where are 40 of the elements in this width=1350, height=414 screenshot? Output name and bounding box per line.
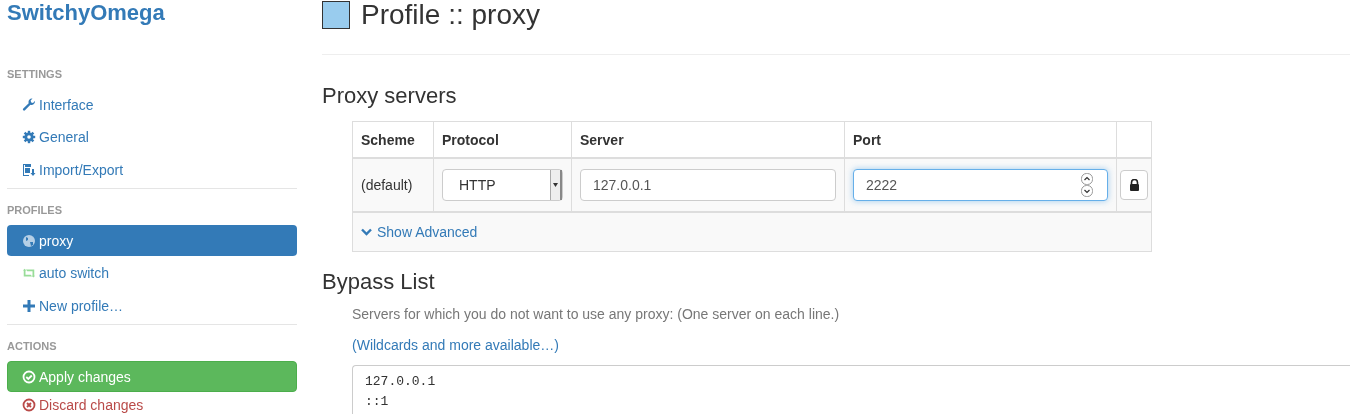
server-field[interactable]: 127.0.0.1 xyxy=(580,169,836,201)
protocol-select[interactable]: HTTP xyxy=(442,169,563,201)
section-title: Proxy servers xyxy=(322,82,458,110)
column-header: Server xyxy=(580,131,624,148)
section-heading: ACTIONS xyxy=(7,339,58,353)
repeat-icon xyxy=(22,266,36,280)
floppy-arrow-icon xyxy=(22,162,36,177)
gear-icon xyxy=(22,130,36,144)
column-header: Protocol xyxy=(442,131,499,148)
sidebar-item[interactable]: proxy xyxy=(7,225,297,256)
caret-icon xyxy=(553,183,558,187)
apply-button[interactable]: Apply changes xyxy=(7,361,297,392)
plus-icon xyxy=(22,298,36,313)
port-field[interactable]: 2222 xyxy=(853,169,1108,201)
discard-button[interactable]: Discard changes xyxy=(7,392,297,414)
sidebar-item[interactable]: Import/Export xyxy=(7,154,297,185)
sidebar-item[interactable]: Interface xyxy=(7,89,297,120)
app-title: SwitchyOmega xyxy=(7,0,166,26)
globe-icon xyxy=(22,233,36,248)
spinner-icon xyxy=(1081,173,1093,197)
section-heading: PROFILES xyxy=(7,203,63,217)
sidebar-item[interactable]: New profile… xyxy=(7,290,297,321)
sidebar-item[interactable]: General xyxy=(7,121,297,153)
section-title: Bypass List xyxy=(322,268,436,296)
help-text: Servers for which you do not want to use any proxy: (One server on each line.) xyxy=(352,305,841,324)
bypass-list-field[interactable]: 127.0.0.1 ::1 xyxy=(352,365,1350,414)
lock-button[interactable] xyxy=(1120,170,1148,200)
cross-circle-icon xyxy=(22,398,36,412)
column-header: Port xyxy=(853,131,881,148)
sidebar-item[interactable]: auto switch xyxy=(7,257,297,289)
lock-icon xyxy=(1128,179,1140,191)
table-cell: (default) xyxy=(361,177,413,193)
wrench-icon xyxy=(22,97,36,112)
check-circle-icon xyxy=(22,369,36,384)
page-title: Profile :: proxy xyxy=(361,0,540,30)
show-advanced-link[interactable]: Show Advanced xyxy=(361,224,478,240)
wildcards-link[interactable]: (Wildcards and more available…) xyxy=(352,337,559,353)
chevron-icon xyxy=(361,228,372,236)
section-heading: SETTINGS xyxy=(7,67,63,81)
column-header: Scheme xyxy=(361,131,415,148)
